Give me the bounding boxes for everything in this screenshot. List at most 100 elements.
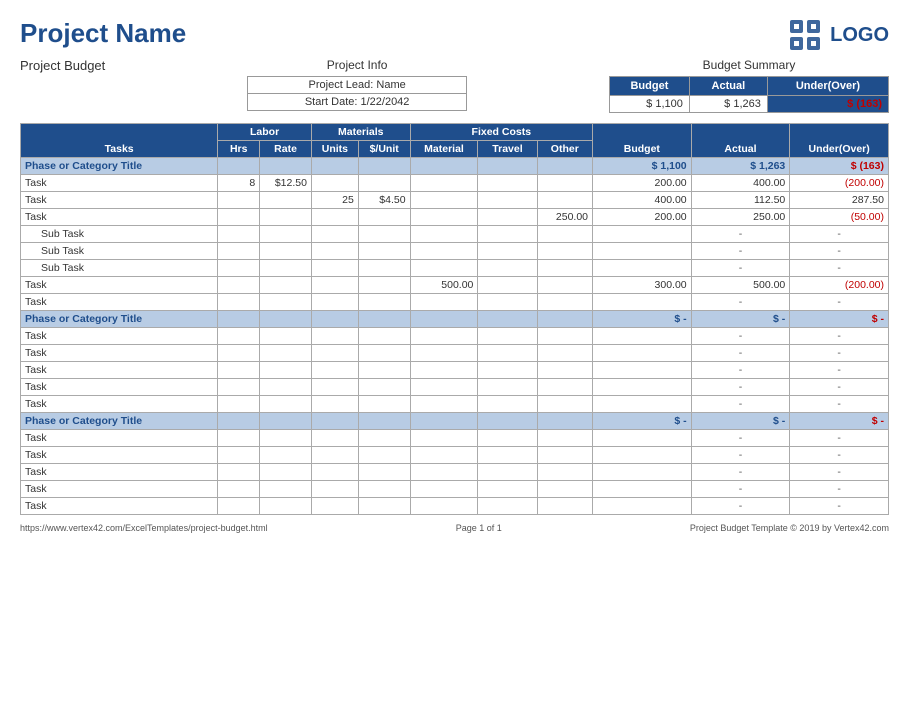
- table-cell: [358, 260, 410, 277]
- table-body: Phase or Category Title$ 1,100$ 1,263$ (…: [21, 158, 889, 515]
- table-cell: [311, 498, 358, 515]
- table-cell: [260, 464, 312, 481]
- table-cell: -: [790, 243, 889, 260]
- table-cell: -: [691, 464, 790, 481]
- table-cell: [358, 311, 410, 328]
- table-cell: -: [790, 362, 889, 379]
- table-cell: [311, 328, 358, 345]
- table-row: Task--: [21, 294, 889, 311]
- table-row: Task250.00200.00250.00(50.00): [21, 209, 889, 226]
- table-cell: [410, 192, 478, 209]
- table-cell: [478, 430, 537, 447]
- table-row: Task--: [21, 345, 889, 362]
- table-cell: [478, 481, 537, 498]
- table-cell: [410, 328, 478, 345]
- table-cell: [311, 277, 358, 294]
- per-unit-header: $/Unit: [358, 141, 410, 158]
- table-cell: [311, 311, 358, 328]
- table-cell: [260, 447, 312, 464]
- summary-under-over-header: Under(Over): [767, 77, 888, 96]
- table-cell: [311, 175, 358, 192]
- table-cell: $12.50: [260, 175, 312, 192]
- footer: https://www.vertex42.com/ExcelTemplates/…: [20, 523, 889, 533]
- table-cell: [358, 396, 410, 413]
- table-cell: [358, 379, 410, 396]
- footer-right: Project Budget Template © 2019 by Vertex…: [690, 523, 889, 533]
- footer-left: https://www.vertex42.com/ExcelTemplates/…: [20, 523, 268, 533]
- table-cell: -: [691, 260, 790, 277]
- budget-summary-table: Budget Actual Under(Over) $ 1,100 $ 1,26…: [609, 76, 889, 113]
- table-cell: [478, 243, 537, 260]
- table-cell: [311, 464, 358, 481]
- table-cell: -: [790, 226, 889, 243]
- summary-budget-value: $ 1,100: [610, 96, 690, 113]
- table-cell: -: [691, 447, 790, 464]
- project-info-section: Project Info Project Lead: Name Start Da…: [105, 58, 609, 111]
- table-cell: 200.00: [593, 175, 692, 192]
- table-cell: 250.00: [691, 209, 790, 226]
- table-cell: -: [691, 345, 790, 362]
- travel-header: Travel: [478, 141, 537, 158]
- table-cell: [358, 447, 410, 464]
- table-cell: -: [691, 328, 790, 345]
- table-cell: [311, 447, 358, 464]
- table-cell: [218, 430, 260, 447]
- table-cell: -: [691, 481, 790, 498]
- table-cell: -: [691, 362, 790, 379]
- start-date-value: 1/22/2042: [360, 96, 409, 108]
- table-cell: [537, 158, 592, 175]
- table-row: Phase or Category Title$ -$ -$ -: [21, 311, 889, 328]
- table-cell: [410, 226, 478, 243]
- table-cell: [311, 362, 358, 379]
- table-cell: [593, 447, 692, 464]
- table-cell: [537, 277, 592, 294]
- table-cell: [537, 447, 592, 464]
- table-cell: [478, 192, 537, 209]
- header: Project Name LOGO: [20, 18, 889, 52]
- material-header: Material: [410, 141, 478, 158]
- table-cell: [410, 481, 478, 498]
- table-cell: 112.50: [691, 192, 790, 209]
- table-cell: [260, 345, 312, 362]
- table-cell: Task: [21, 192, 218, 209]
- table-row: Task--: [21, 447, 889, 464]
- table-row: Task--: [21, 328, 889, 345]
- table-cell: [311, 396, 358, 413]
- table-cell: Task: [21, 430, 218, 447]
- table-cell: [593, 345, 692, 362]
- table-cell: -: [790, 260, 889, 277]
- table-cell: [358, 294, 410, 311]
- table-cell: 25: [311, 192, 358, 209]
- table-cell: [593, 362, 692, 379]
- table-cell: [593, 481, 692, 498]
- table-cell: [311, 260, 358, 277]
- table-cell: 500.00: [410, 277, 478, 294]
- table-cell: [410, 294, 478, 311]
- table-cell: -: [790, 498, 889, 515]
- table-cell: [593, 260, 692, 277]
- table-cell: [311, 430, 358, 447]
- table-cell: Task: [21, 481, 218, 498]
- table-cell: (200.00): [790, 277, 889, 294]
- table-cell: Task: [21, 447, 218, 464]
- table-cell: Task: [21, 328, 218, 345]
- table-cell: [260, 498, 312, 515]
- table-cell: [311, 345, 358, 362]
- table-cell: [260, 209, 312, 226]
- table-cell: [478, 226, 537, 243]
- table-cell: [260, 158, 312, 175]
- table-cell: 287.50: [790, 192, 889, 209]
- table-cell: -: [691, 226, 790, 243]
- project-lead-row: Project Lead: Name: [248, 77, 467, 94]
- table-cell: [218, 447, 260, 464]
- table-cell: [410, 243, 478, 260]
- table-cell: -: [691, 396, 790, 413]
- table-cell: -: [691, 294, 790, 311]
- table-cell: -: [691, 243, 790, 260]
- table-cell: [358, 277, 410, 294]
- table-row: Task--: [21, 498, 889, 515]
- table-cell: Sub Task: [21, 243, 218, 260]
- actual-result-header: Actual: [691, 124, 790, 158]
- logo-text: LOGO: [830, 24, 889, 47]
- table-cell: [537, 175, 592, 192]
